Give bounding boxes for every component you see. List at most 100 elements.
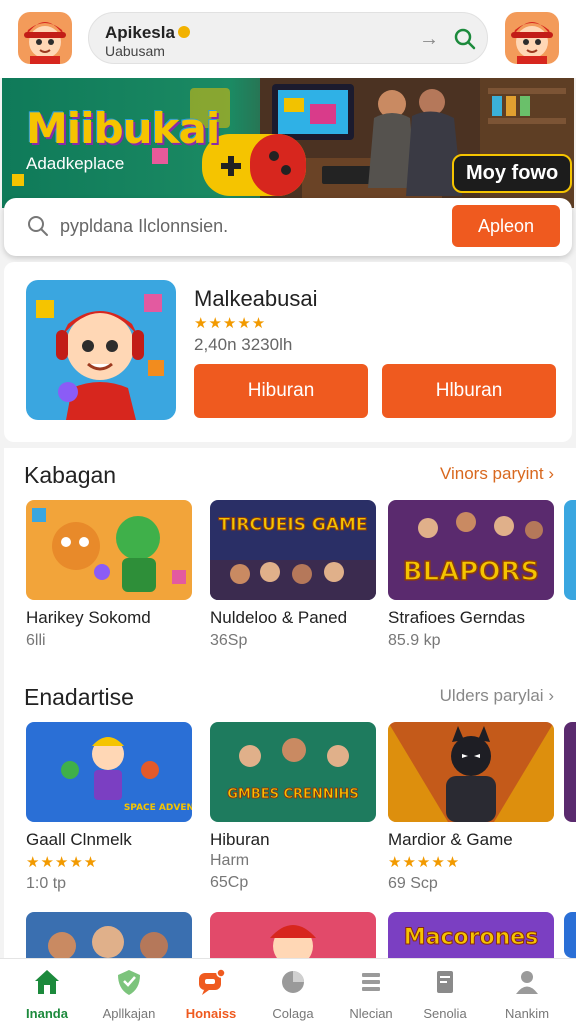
nav-item-lists[interactable]: Nlecian <box>330 967 412 1021</box>
game-card-image: TIRCUEIS GAME <box>210 500 376 600</box>
nav-item-apps[interactable]: Apllkajan <box>88 967 170 1021</box>
shield-icon <box>118 970 140 995</box>
game-card-image <box>564 500 576 600</box>
game-card[interactable] <box>26 912 192 958</box>
game-card-image <box>388 722 554 822</box>
featured-app-icon[interactable] <box>26 280 176 420</box>
bottom-navigation: Inanda Apllkajan Honaiss Colaga Nlecian … <box>0 958 576 1024</box>
game-card[interactable]: Harikey Sokomd 6lli <box>26 500 192 650</box>
search-icon[interactable] <box>453 27 477 51</box>
game-card-meta: 85.9 kp <box>388 632 441 649</box>
game-card-meta: 36Sp <box>210 632 248 649</box>
app-search-pill[interactable]: Apikesla Uabusam → <box>88 12 488 64</box>
game-card-name: Hiburan <box>210 830 270 849</box>
game-art-title: SPACE ADVENT <box>124 803 192 813</box>
game-card-partial[interactable] <box>564 722 576 822</box>
featured-app-title: Malkeabusai <box>194 286 318 311</box>
game-card-partial[interactable] <box>564 500 576 600</box>
nav-item-library[interactable]: Senolia <box>404 967 486 1021</box>
featured-secondary-button[interactable]: Hlburan <box>382 364 556 418</box>
featured-app-artwork <box>26 280 176 420</box>
game-art-title: GMBES CRENNIHS <box>227 787 359 802</box>
featured-rating-stars: ★★★★★ <box>194 315 267 332</box>
game-artwork <box>388 722 554 822</box>
game-card[interactable]: Mardior & Game ★★★★★ 69 Scp <box>388 722 554 893</box>
section-kabagan: Kabagan Vinors paryint › Harikey Sokomd … <box>4 448 576 670</box>
game-card[interactable]: GMBES CRENNIHS Hiburan Harm 65Cp <box>210 722 376 892</box>
game-card-meta: 69 Scp <box>388 875 438 892</box>
game-card-partial[interactable] <box>564 912 576 958</box>
profile-icon <box>516 971 538 994</box>
game-rating-stars: ★★★★★ <box>388 854 461 871</box>
game-card[interactable]: TIRCUEIS GAME Nuldeloo & Paned 36Sp <box>210 500 376 650</box>
game-card-meta: 1:0 tp <box>26 875 67 892</box>
section-title: Enadartise <box>24 684 134 710</box>
search-pill-subtitle: Uabusam <box>105 43 165 59</box>
pie-chart-icon <box>282 971 304 993</box>
game-card-name: Gaall Clnmelk <box>26 830 132 849</box>
game-card-image: BLAPORS <box>388 500 554 600</box>
top-header: Apikesla Uabusam → <box>0 0 576 78</box>
banner-title: Miibukai <box>26 104 220 153</box>
featured-app-meta: 2,40n 3230lh <box>194 335 293 354</box>
featured-app-card: Malkeabusai ★★★★★ 2,40n 3230lh Hiburan H… <box>4 262 572 442</box>
nav-label: Nankim <box>504 1006 550 1021</box>
section-see-all-link[interactable]: Vinors paryint › <box>440 464 554 484</box>
game-card[interactable]: Macorones <box>388 912 554 958</box>
nav-label: Inanda <box>26 1006 68 1021</box>
user-avatar-left[interactable] <box>18 12 72 64</box>
game-card-image <box>26 500 192 600</box>
game-artwork <box>26 912 192 958</box>
arrow-right-icon[interactable]: → <box>419 28 439 51</box>
nav-label: Nlecian <box>349 1006 393 1021</box>
search-icon <box>28 216 48 236</box>
user-avatar-right[interactable] <box>505 12 559 64</box>
nav-item-profile[interactable]: Nankim <box>486 967 568 1021</box>
game-card-image <box>210 912 376 958</box>
game-art-title: TIRCUEIS GAME <box>218 515 367 535</box>
section-partial-row: Macorones <box>4 908 576 958</box>
game-card-name: Strafioes Gerndas <box>388 608 526 627</box>
nav-item-home[interactable]: Inanda <box>6 967 88 1021</box>
featured-primary-button[interactable]: Hiburan <box>194 364 368 418</box>
game-art-title: Macorones <box>404 925 539 950</box>
game-artwork: GMBES CRENNIHS <box>210 722 376 822</box>
search-submit-button[interactable]: Apleon <box>452 205 560 247</box>
game-card-meta: 65Cp <box>210 874 249 891</box>
game-card[interactable]: BLAPORS Strafioes Gerndas 85.9 kp <box>388 500 554 650</box>
game-rating-stars: ★★★★★ <box>26 854 99 871</box>
search-input[interactable] <box>60 213 430 239</box>
game-card-tag: Harm <box>210 852 250 869</box>
search-pill-title: Apikesla <box>105 23 190 43</box>
game-artwork: Macorones <box>388 912 554 958</box>
nav-item-categories[interactable]: Colaga <box>252 967 334 1021</box>
avatar-illustration <box>18 12 72 64</box>
nav-label: Apllkajan <box>102 1006 156 1021</box>
verified-badge-icon <box>177 26 190 38</box>
game-card[interactable] <box>210 912 376 958</box>
game-card-name: Nuldeloo & Paned <box>210 608 348 627</box>
document-icon <box>437 971 453 993</box>
game-art-title: BLAPORS <box>403 557 539 587</box>
chevron-right-icon: › <box>548 686 554 705</box>
section-see-all-link[interactable]: Ulders parylai › <box>440 686 554 706</box>
search-bar: Apleon <box>4 198 572 256</box>
nav-item-notifications[interactable]: Honaiss <box>170 967 252 1021</box>
chevron-right-icon: › <box>548 464 554 483</box>
game-card-name: Mardior & Game <box>388 830 513 849</box>
avatar-illustration <box>505 12 559 64</box>
game-card-name: Harikey Sokomd <box>26 608 151 627</box>
game-card[interactable]: SPACE ADVENT Gaall Clnmelk ★★★★★ 1:0 tp <box>26 722 192 893</box>
game-artwork <box>210 912 376 958</box>
section-title: Kabagan <box>24 462 117 488</box>
game-artwork: TIRCUEIS GAME <box>210 500 376 600</box>
game-card-image: GMBES CRENNIHS <box>210 722 376 822</box>
chat-notification-icon <box>199 968 226 995</box>
banner-cta-button[interactable]: Moy fowo <box>452 154 573 193</box>
game-artwork: BLAPORS <box>388 500 554 600</box>
section-enadartise: Enadartise Ulders parylai › SPACE ADVENT… <box>4 670 576 908</box>
home-icon <box>35 970 59 994</box>
app-screen: Apikesla Uabusam → Miibukai Adadkeplace … <box>0 0 576 1024</box>
game-card-image <box>564 912 576 958</box>
game-card-image: Macorones <box>388 912 554 958</box>
